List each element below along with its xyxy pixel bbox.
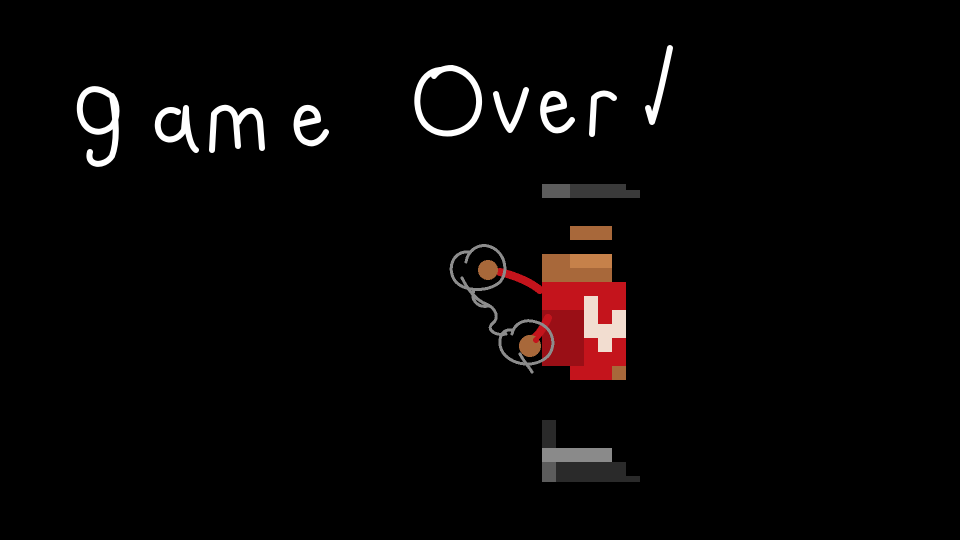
arms <box>496 268 552 342</box>
shirt <box>542 282 626 380</box>
defeated-character <box>449 184 640 482</box>
hat <box>542 184 640 198</box>
game-over-screen: game Over! <box>0 0 960 540</box>
boots <box>542 420 640 482</box>
head <box>542 226 612 282</box>
